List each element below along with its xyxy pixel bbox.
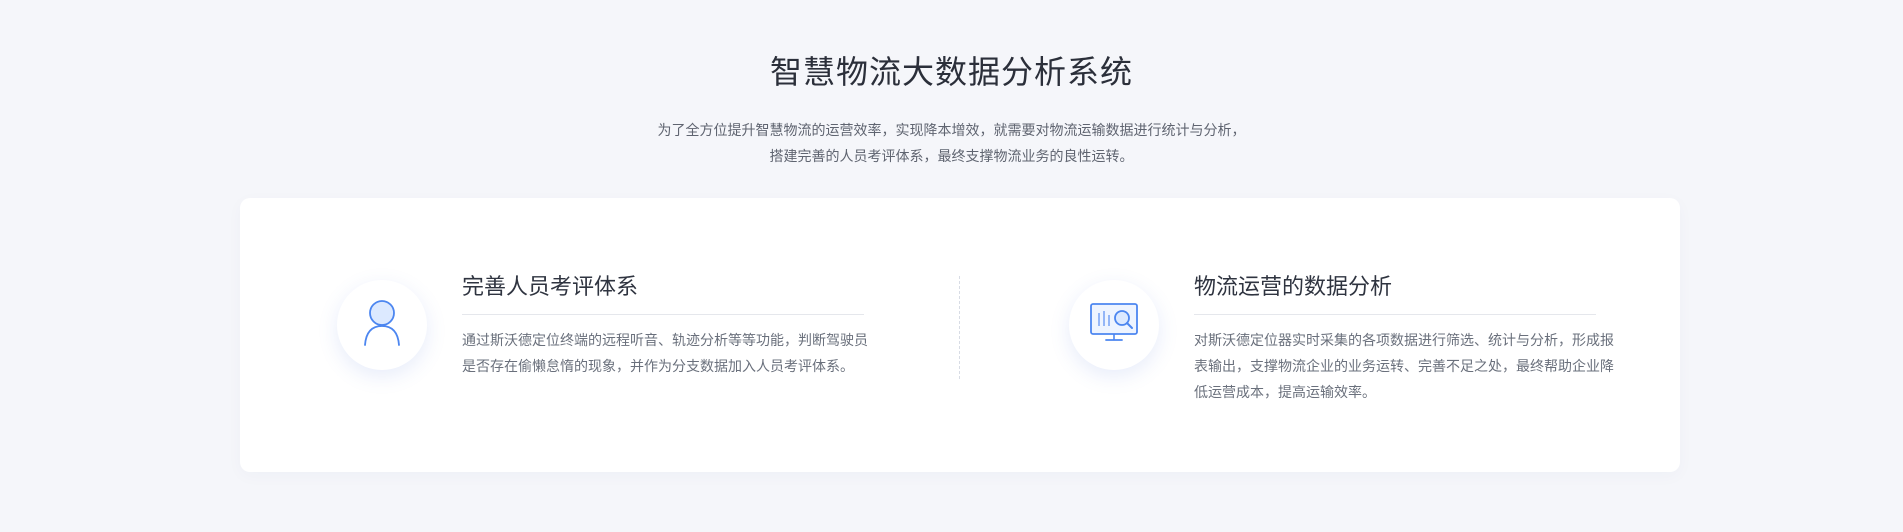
page-description: 为了全方位提升智慧物流的运营效率，实现降本增效，就需要对物流运输数据进行统计与分…	[0, 118, 1903, 170]
feature-title: 完善人员考评体系	[462, 275, 639, 300]
page-description-line-1: 为了全方位提升智慧物流的运营效率，实现降本增效，就需要对物流运输数据进行统计与分…	[657, 123, 1246, 139]
user-icon	[362, 299, 402, 351]
page-description-line-2: 搭建完善的人员考评体系，最终支撑物流业务的良性运转。	[769, 149, 1134, 165]
feature-description: 通过斯沃德定位终端的远程听音、轨迹分析等等功能，判断驾驶员是否存在偷懒怠惰的现象…	[462, 333, 868, 375]
feature-divider	[1194, 314, 1596, 315]
feature-description: 对斯沃德定位器实时采集的各项数据进行筛选、统计与分析，形成报表输出，支撑物流企业…	[1194, 333, 1614, 401]
features-card: 完善人员考评体系 通过斯沃德定位终端的远程听音、轨迹分析等等功能，判断驾驶员是否…	[240, 198, 1680, 472]
feature-icon-circle	[1069, 280, 1159, 370]
feature-icon-circle	[337, 280, 427, 370]
section-divider	[959, 276, 960, 379]
page-title: 智慧物流大数据分析系统	[769, 53, 1133, 91]
feature-divider	[462, 314, 864, 315]
monitor-search-icon	[1088, 301, 1140, 349]
feature-title: 物流运营的数据分析	[1194, 275, 1393, 300]
